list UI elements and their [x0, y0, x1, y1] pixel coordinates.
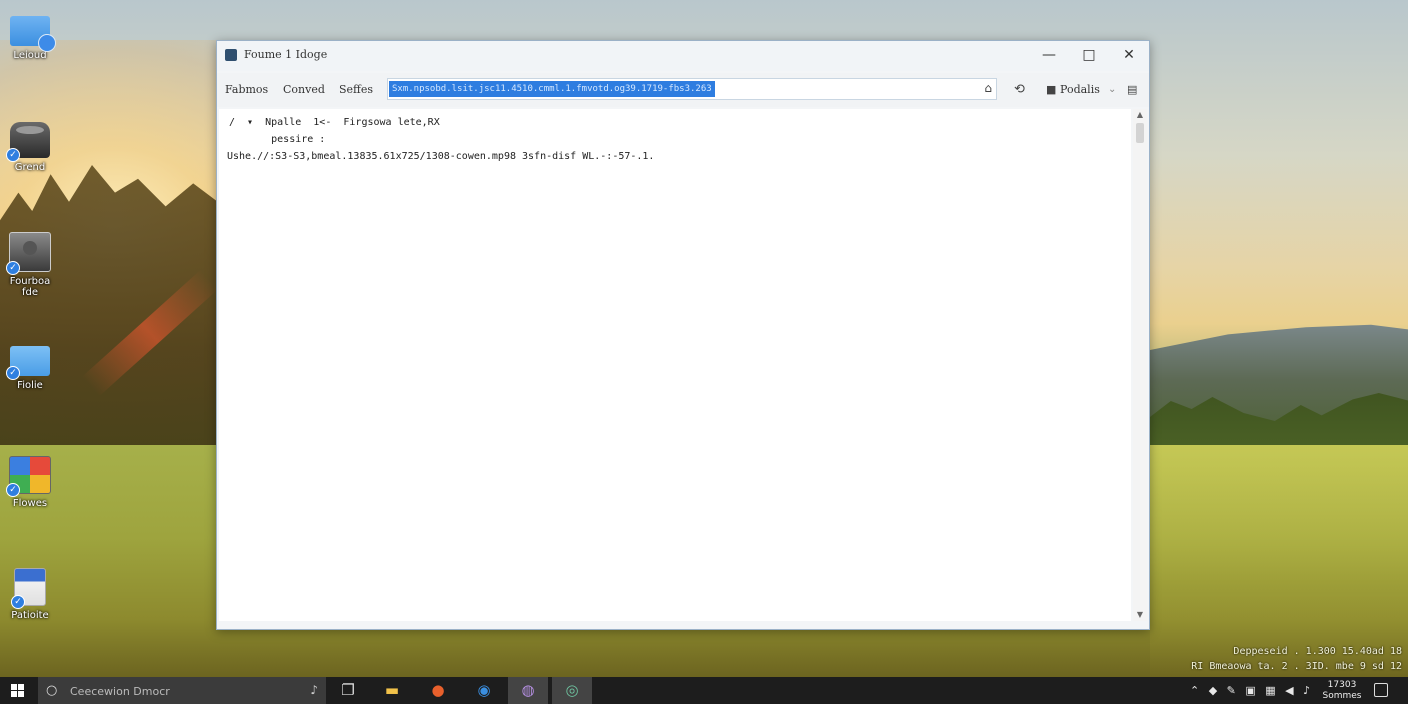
desktop-icon-photos[interactable]: ✓ Flowes: [4, 456, 56, 509]
menu-item-2[interactable]: Conved: [283, 83, 325, 96]
browser-icon[interactable]: ●: [418, 677, 458, 704]
windows-logo-pane: [11, 691, 17, 697]
reader-icon[interactable]: ⟲: [1014, 82, 1025, 97]
window-title: Foume 1 Idoge: [244, 48, 328, 61]
menu-item-3[interactable]: Seffes: [339, 83, 373, 96]
windows-logo-icon: [11, 684, 17, 690]
start-button[interactable]: [0, 677, 36, 704]
chrome-icon[interactable]: ◎: [552, 677, 592, 704]
check-icon: ✓: [6, 148, 20, 162]
check-icon: ✓: [6, 483, 20, 497]
toolbar: Fabmos Conved Seffes Sxm.npsobd.lsit.jsc…: [217, 73, 1149, 107]
scroll-up-icon[interactable]: ▲: [1133, 109, 1147, 121]
taskbar: ○ Ceecewion Dmocr ♪ ❐ ▬ ● ◉ ◍ ◎ ⌃ ◆ ✎ ▣ …: [0, 677, 1408, 704]
profile-button[interactable]: Podalis: [1060, 83, 1100, 96]
search-icon: ○: [46, 683, 58, 698]
desktop-icon-label: Fourboa fde: [9, 276, 51, 298]
close-button[interactable]: ✕: [1109, 41, 1149, 69]
clock-date: Sommes: [1322, 691, 1362, 701]
desktop: Leioud ✓ Grend ✓ Fourboa fde ✓ Fiolie ✓ …: [0, 0, 1408, 704]
taskbar-search-box[interactable]: ○ Ceecewion Dmocr ♪: [38, 677, 326, 704]
vertical-scrollbar[interactable]: ▲ ▼: [1133, 109, 1147, 621]
address-bar[interactable]: Sxm.npsobd.lsit.jsc11.4510.cmml.1.fmvotd…: [387, 78, 997, 100]
system-tray-icons[interactable]: ⌃ ◆ ✎ ▣ ▦ ◀ ♪: [1190, 684, 1313, 697]
title-bar[interactable]: Foume 1 Idoge — □ ✕: [217, 41, 1149, 71]
folder-icon: ✓: [6, 346, 50, 380]
file-explorer-icon[interactable]: ▬: [372, 677, 412, 704]
chevron-down-icon[interactable]: ⌄: [1108, 84, 1116, 95]
check-icon: ✓: [11, 595, 25, 609]
task-view-icon[interactable]: ❐: [328, 677, 368, 704]
edge-icon[interactable]: ◉: [464, 677, 504, 704]
app-icon-active[interactable]: ◍: [508, 677, 548, 704]
app-icon: [225, 49, 237, 61]
app-window: Foume 1 Idoge — □ ✕ Fabmos Conved Seffes…: [216, 40, 1150, 630]
windows-logo-pane: [18, 691, 24, 697]
content-line-1: / ▾ Npalle 1<- Firgsowa lete,RX: [229, 117, 440, 128]
search-placeholder: Ceecewion Dmocr: [70, 685, 170, 698]
minimize-button[interactable]: —: [1029, 41, 1069, 69]
desktop-icon-label: Fiolie: [17, 380, 43, 391]
scroll-thumb[interactable]: [1136, 123, 1144, 143]
content-line-2: pessire :: [229, 134, 326, 145]
notification-icon[interactable]: [1374, 683, 1388, 697]
check-icon: ✓: [6, 261, 20, 275]
desktop-icon-folder-blue[interactable]: ✓ Fiolie: [4, 346, 56, 391]
desktop-icon-document[interactable]: ✓ Patioite: [4, 568, 56, 621]
desktop-icon-label: Patioite: [11, 610, 49, 621]
desktop-icon-label: Grend: [14, 162, 46, 173]
desktop-icon-folder[interactable]: Leioud: [4, 12, 56, 61]
document-app-icon: ✓: [11, 568, 46, 609]
content-area[interactable]: / ▾ Npalle 1<- Firgsowa lete,RX pessire …: [219, 109, 1131, 621]
wallpaper-meadow-highlight: [1150, 445, 1408, 677]
desktop-icon-label: Flowes: [12, 498, 48, 509]
microphone-icon[interactable]: ♪: [310, 683, 318, 697]
bookmark-icon[interactable]: ⌂: [984, 81, 992, 95]
folder-icon: [10, 16, 56, 52]
check-icon: ✓: [6, 366, 20, 380]
desktop-icon-drive[interactable]: ✓ Grend: [4, 122, 56, 173]
content-line-3: Ushe.//:S3-S3,bmeal.13835.61x725/1308-co…: [227, 151, 655, 162]
address-selected-text[interactable]: Sxm.npsobd.lsit.jsc11.4510.cmml.1.fmvotd…: [389, 81, 715, 97]
overlay-text-line: RI Bmeaowa ta. 2 . 3ID. mbe 9 sd 12: [1191, 661, 1402, 672]
windows-logo-pane: [18, 684, 24, 690]
scroll-down-icon[interactable]: ▼: [1133, 609, 1147, 621]
desktop-icon-user-file[interactable]: ✓ Fourboa fde: [4, 232, 56, 298]
clock-time: 17303: [1327, 680, 1357, 690]
overlay-text-line: Deppeseid . 1.300 15.40ad 18: [1233, 646, 1402, 657]
photos-app-icon: ✓: [6, 456, 51, 497]
lock-icon: ■: [1046, 83, 1057, 96]
clock[interactable]: 17303 Sommes: [1318, 680, 1366, 702]
menu-item-1[interactable]: Fabmos: [225, 83, 268, 96]
maximize-button[interactable]: □: [1069, 41, 1109, 69]
drive-icon: ✓: [6, 122, 50, 162]
menu-icon[interactable]: ▤: [1127, 83, 1137, 96]
user-photo-icon: ✓: [6, 232, 51, 275]
